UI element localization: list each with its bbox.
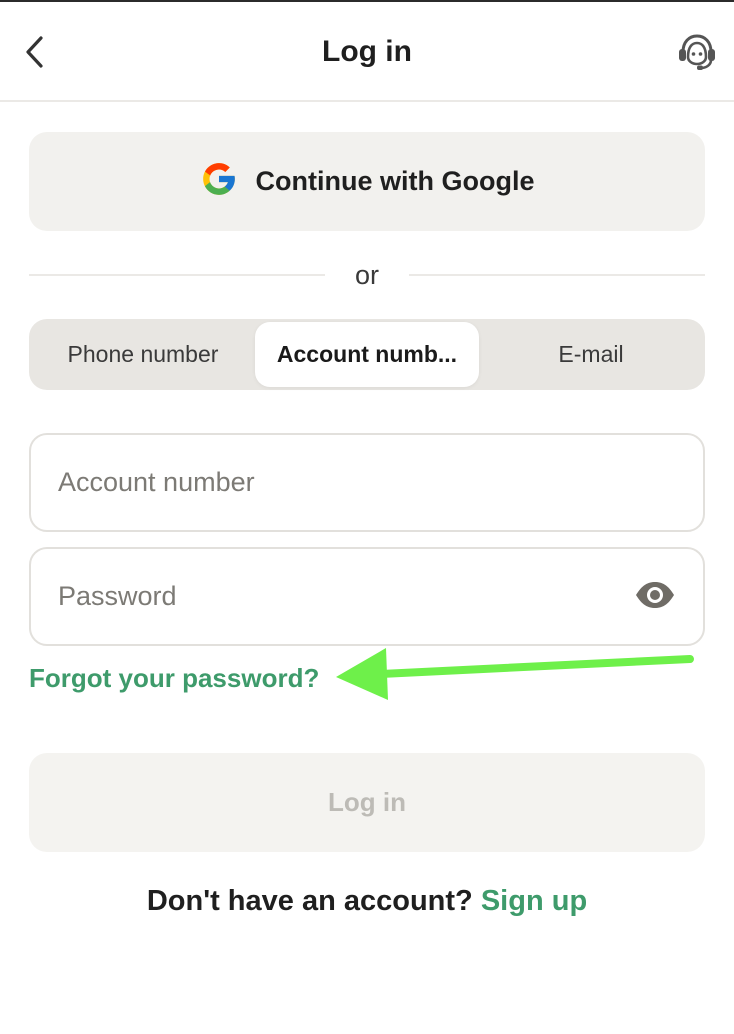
divider-line-right: [409, 274, 705, 276]
header-bar: Log in: [0, 2, 734, 102]
login-screen: Log in Continue with Google or Phone num…: [0, 0, 734, 1034]
password-field: [29, 547, 705, 646]
account-number-field: [29, 433, 705, 532]
annotation-arrow: [336, 648, 694, 700]
password-input[interactable]: [58, 549, 618, 644]
support-button[interactable]: [674, 30, 720, 76]
login-method-tabs: Phone number Account numb... E-mail: [29, 319, 705, 390]
google-logo-icon: [200, 160, 238, 203]
tab-account-number[interactable]: Account numb...: [255, 322, 479, 387]
google-button-label: Continue with Google: [255, 166, 535, 196]
signup-prompt: Don't have an account?: [146, 885, 473, 917]
divider-or: or: [354, 260, 379, 290]
continue-with-google-button[interactable]: Continue with Google: [29, 132, 705, 231]
toggle-password-visibility-button[interactable]: [633, 579, 677, 615]
tab-email[interactable]: E-mail: [491, 319, 691, 390]
sign-up-link[interactable]: Sign up: [481, 885, 587, 917]
account-number-input[interactable]: [58, 435, 618, 530]
tab-phone-number[interactable]: Phone number: [43, 319, 243, 390]
login-button[interactable]: Log in: [29, 753, 705, 852]
eye-icon: [634, 580, 676, 615]
forgot-password-link[interactable]: Forgot your password?: [29, 660, 319, 696]
page-title: Log in: [322, 35, 412, 68]
headset-support-icon: [676, 30, 718, 77]
divider-line-left: [29, 274, 325, 276]
signup-row: Don't have an account? Sign up: [0, 882, 734, 920]
